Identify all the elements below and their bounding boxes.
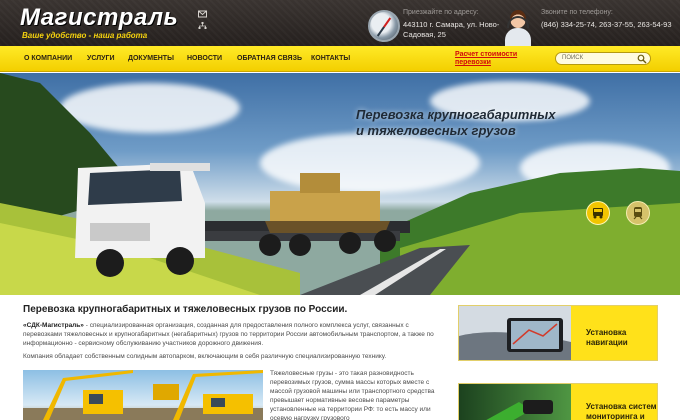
mail-icon[interactable] <box>198 10 207 18</box>
sitemap-icon[interactable] <box>198 22 207 30</box>
company-description-text: - специализированная организация, создан… <box>23 322 434 347</box>
main-nav: О компании Услуги Документы Новости Обра… <box>0 46 680 72</box>
gps-navigator-image <box>459 306 571 360</box>
cost-calculation-line1: Расчет стоимости <box>455 51 518 58</box>
phone-numbers: (846) 334-25-74, 263-37-55, 263-54-93 <box>541 20 672 29</box>
site-slogan: Ваше удобство - наша работа <box>22 31 148 40</box>
landscape-illustration <box>0 73 680 295</box>
hero-truck-button[interactable] <box>586 201 610 225</box>
navigation-install-card[interactable]: Установка навигации <box>458 305 658 361</box>
nav-item-documents[interactable]: Документы <box>128 55 174 62</box>
hero-title-line1: Перевозка крупногабаритных <box>356 107 556 122</box>
navigation-card-line2: навигации <box>586 338 628 347</box>
search-icon[interactable] <box>637 54 647 64</box>
hero-title: Перевозка крупногабаритных и тяжеловесны… <box>356 107 556 139</box>
site-logo[interactable]: Магистраль <box>20 4 178 32</box>
address-text: 443110 г. Самара, ул. Ново-Садовая, 25 <box>403 20 500 39</box>
search-input[interactable]: ПОИСК <box>555 52 651 65</box>
compass-icon <box>368 10 400 42</box>
fuel-nozzle-image <box>459 384 571 420</box>
fleet-description: Компания обладает собственным солидным а… <box>23 353 387 360</box>
truck-icon <box>586 201 610 225</box>
phone-label: Звоните по телефону: <box>541 9 613 16</box>
monitoring-card-line2: мониторинга и <box>586 412 645 420</box>
nav-item-about[interactable]: О компании <box>24 55 72 62</box>
cost-calculation-link[interactable]: Расчет стоимости перевозки <box>455 51 517 67</box>
nav-item-news[interactable]: Новости <box>187 55 222 62</box>
hero-banner: Перевозка крупногабаритных и тяжеловесны… <box>0 73 680 295</box>
search-placeholder: ПОИСК <box>562 55 584 61</box>
header-icons <box>198 10 207 30</box>
hero-train-button[interactable] <box>626 201 650 225</box>
company-description: «СДК-Магистраль» - специализированная ор… <box>23 321 443 348</box>
nav-item-contacts[interactable]: Контакты <box>311 55 350 62</box>
nav-item-feedback[interactable]: Обратная связь <box>237 55 302 62</box>
monitoring-install-card[interactable]: Установка систем мониторинга и <box>458 383 658 420</box>
cranes-photo <box>23 370 263 420</box>
monitoring-card-line1: Установка систем <box>586 402 657 411</box>
train-icon <box>626 201 650 225</box>
hero-title-line2: и тяжеловесных грузов <box>356 123 516 138</box>
nav-item-services[interactable]: Услуги <box>87 55 115 62</box>
company-name: «СДК-Магистраль» <box>23 322 84 329</box>
heavy-cargo-description: Тяжеловесные грузы - это такая разновидн… <box>270 370 435 420</box>
monitoring-card-label: Установка систем мониторинга и <box>586 402 657 420</box>
content-title: Перевозка крупногабаритных и тяжеловесны… <box>23 304 348 315</box>
navigation-card-label: Установка навигации <box>586 328 628 348</box>
cost-calculation-line2: перевозки <box>455 59 491 66</box>
operator-avatar <box>503 8 533 46</box>
navigation-card-line1: Установка <box>586 328 627 337</box>
address-label: Приезжайте по адресу: <box>403 9 479 16</box>
site-header: Магистраль Ваше удобство - наша работа П… <box>0 0 680 46</box>
cranes-illustration <box>23 370 263 420</box>
